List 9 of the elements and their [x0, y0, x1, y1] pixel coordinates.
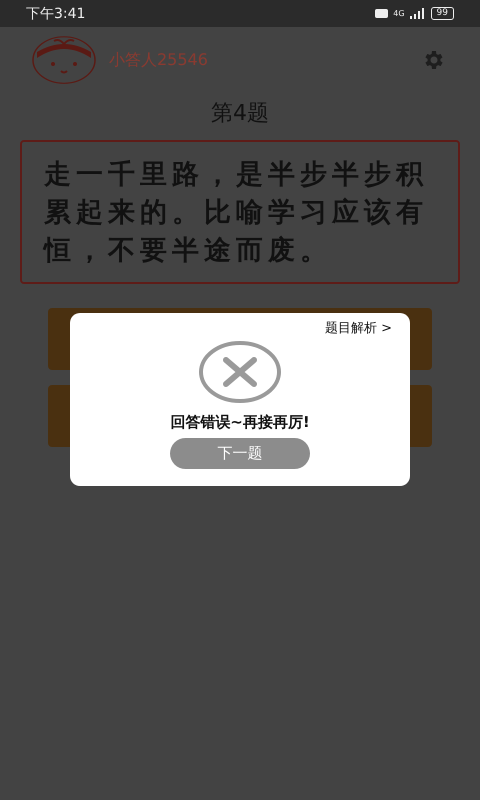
avatar-icon [31, 36, 97, 84]
result-message: 回答错误~再接再厉! [170, 413, 310, 432]
username: 小答人25546 [109, 50, 209, 70]
close-circle-icon [199, 341, 281, 403]
status-time: 下午3:41 [26, 4, 86, 22]
battery-level: 99 [430, 7, 454, 20]
signal-icon [410, 8, 426, 19]
network-label: 4G [393, 9, 405, 18]
analysis-link[interactable]: 题目解析 > [324, 319, 392, 337]
